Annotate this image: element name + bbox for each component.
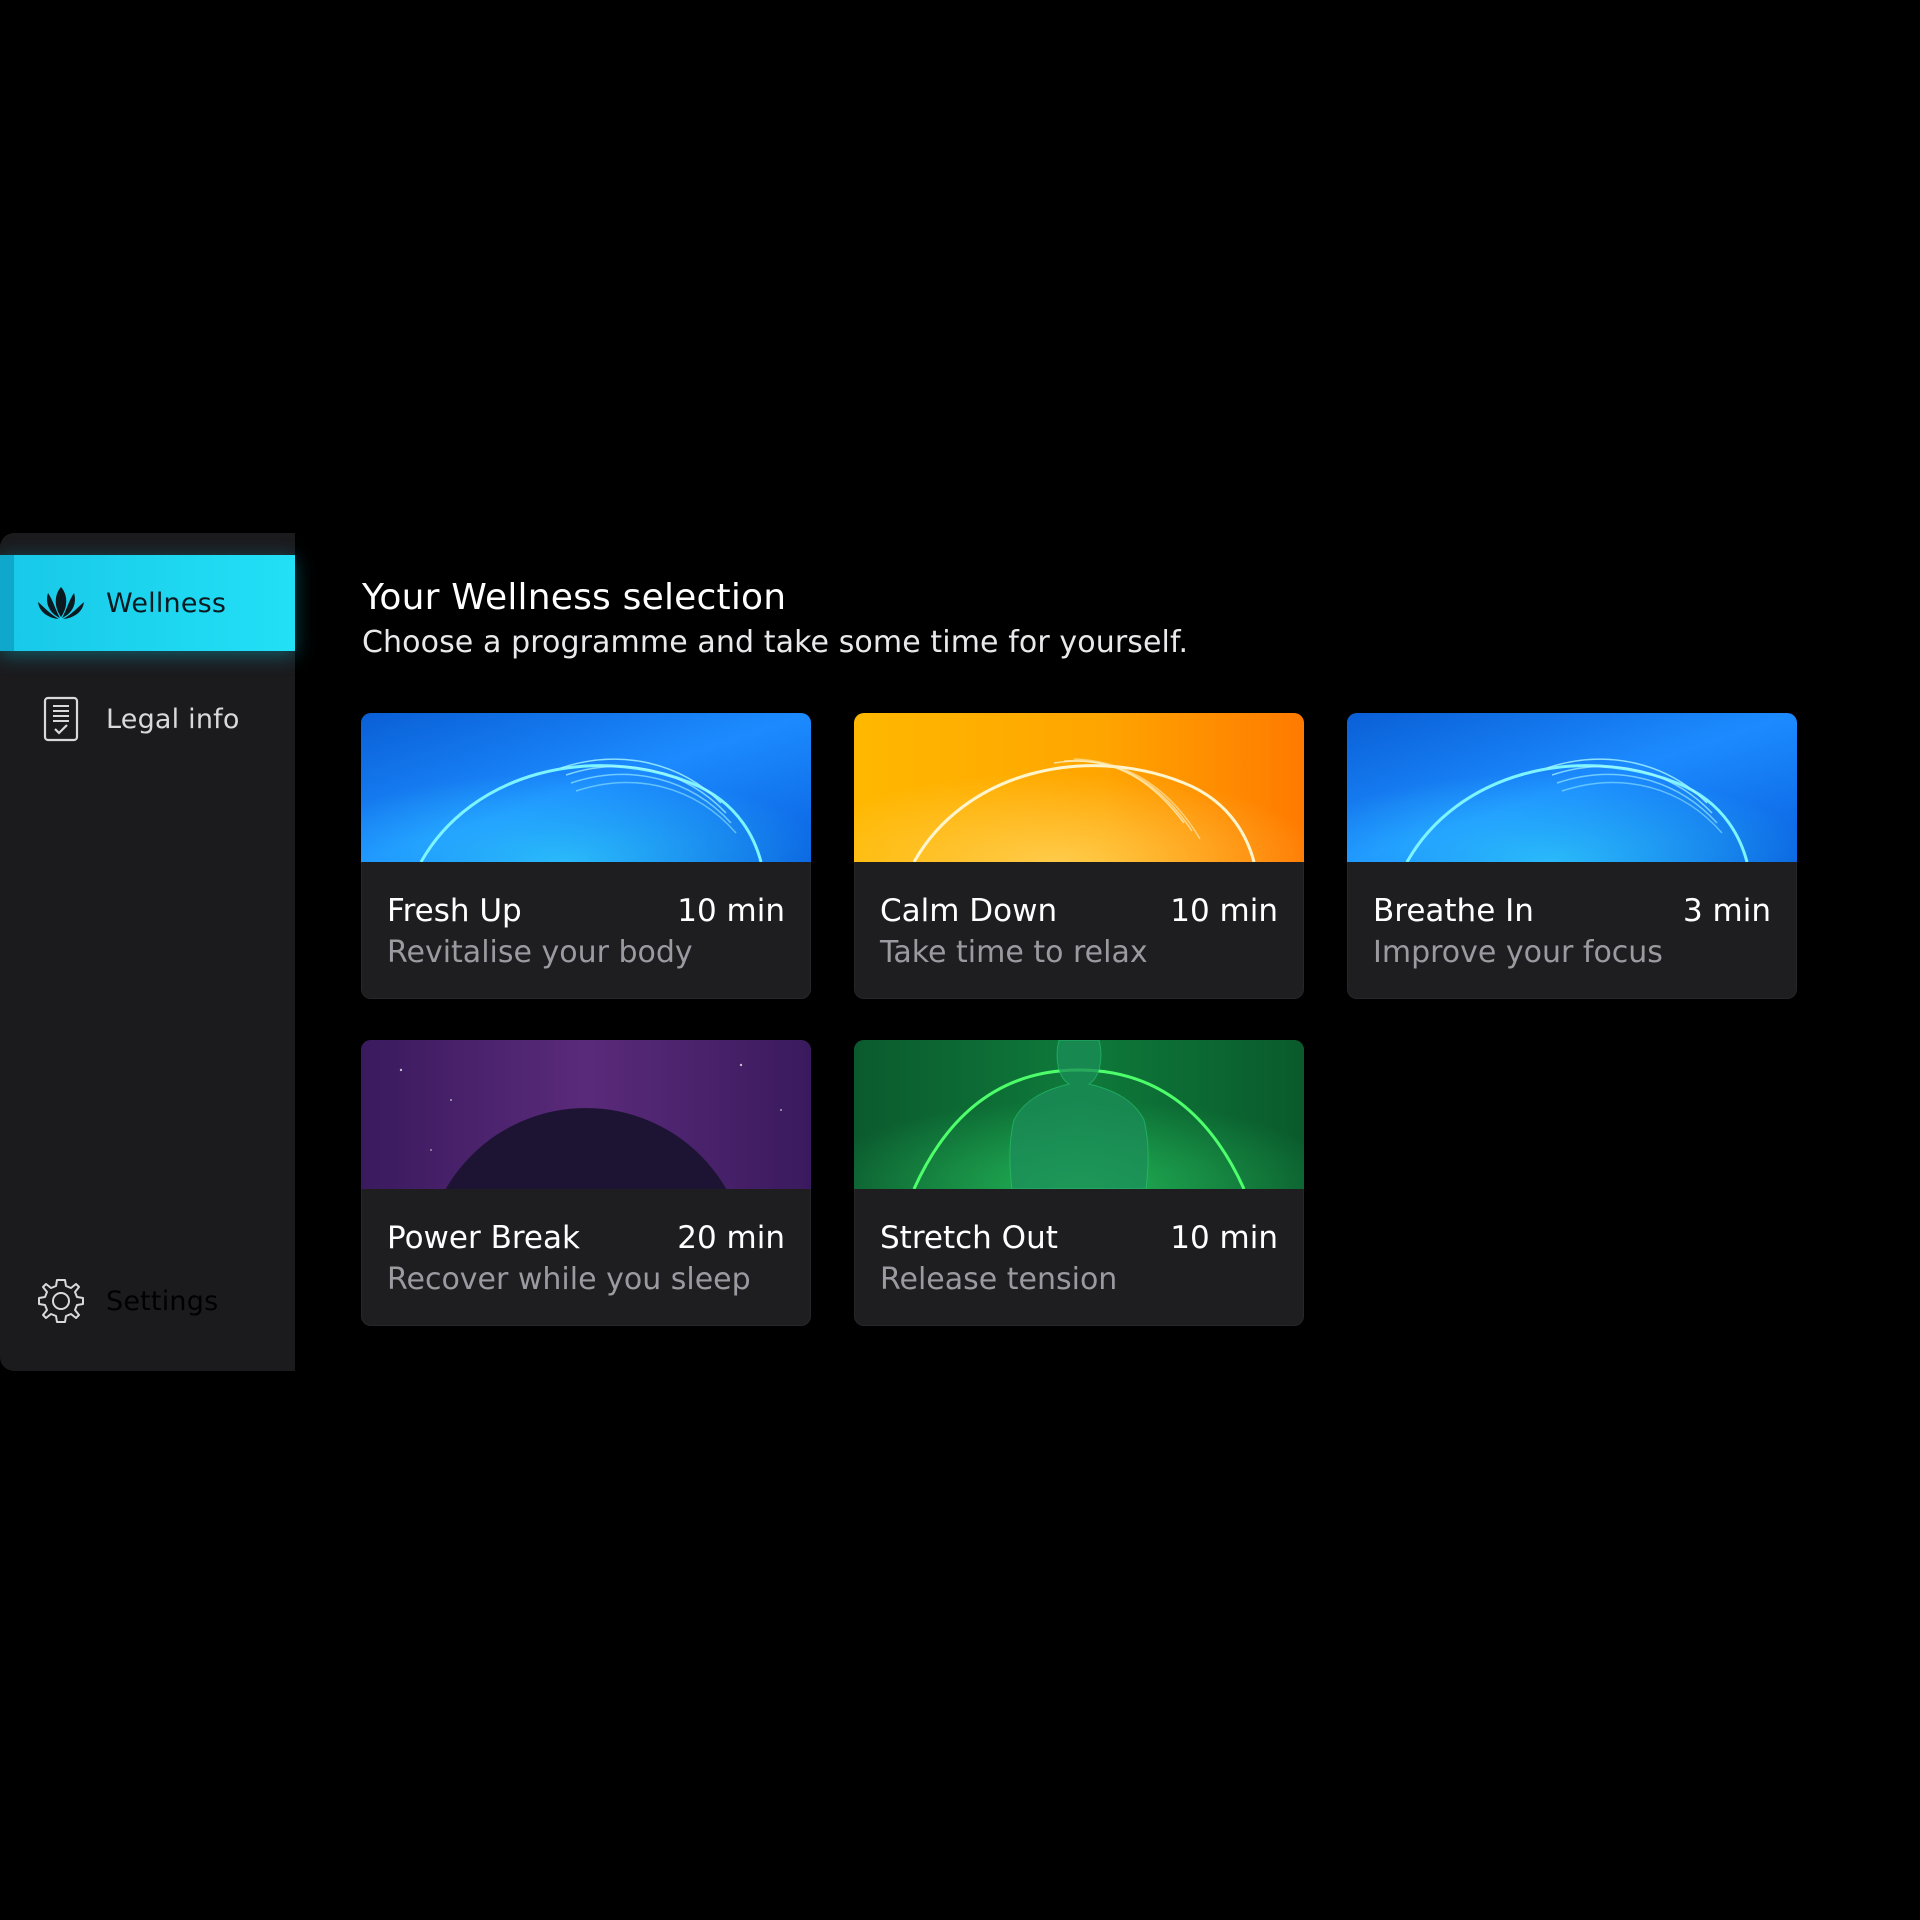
sidebar-item-label: Legal info: [106, 703, 240, 735]
programme-thumbnail: [854, 713, 1304, 862]
programme-duration: 10 min: [677, 893, 785, 929]
programme-description: Improve your focus: [1373, 935, 1663, 970]
programme-thumbnail: [1347, 713, 1797, 862]
programme-title: Power Break: [387, 1220, 580, 1256]
sidebar-item-settings[interactable]: Settings: [0, 1253, 295, 1349]
programme-card-stretch-out[interactable]: Stretch Out 10 min Release tension: [854, 1040, 1304, 1326]
programme-duration: 10 min: [1170, 1220, 1278, 1256]
programme-title: Breathe In: [1373, 893, 1534, 929]
sidebar-item-label: Settings: [106, 1285, 219, 1317]
programme-description: Recover while you sleep: [387, 1262, 751, 1297]
sidebar-item-legal-info[interactable]: Legal info: [0, 671, 295, 767]
programme-description: Revitalise your body: [387, 935, 693, 970]
programme-card-calm-down[interactable]: Calm Down 10 min Take time to relax: [854, 713, 1304, 999]
programme-title: Fresh Up: [387, 893, 522, 929]
page-subtitle: Choose a programme and take some time fo…: [362, 625, 1189, 660]
sidebar-item-label: Wellness: [106, 587, 227, 619]
page-title: Your Wellness selection: [362, 577, 787, 618]
programme-duration: 20 min: [677, 1220, 785, 1256]
programme-description: Take time to relax: [880, 935, 1148, 970]
programme-duration: 10 min: [1170, 893, 1278, 929]
wellness-screen: Wellness Legal info Settings Your Wellne…: [0, 533, 1920, 1371]
lotus-icon: [34, 576, 88, 630]
programme-title: Stretch Out: [880, 1220, 1058, 1256]
programme-thumbnail: [361, 1040, 811, 1189]
programme-thumbnail: [361, 713, 811, 862]
gear-icon: [34, 1274, 88, 1328]
sidebar: Wellness Legal info Settings: [0, 533, 295, 1371]
programme-thumbnail: [854, 1040, 1304, 1189]
programme-card-breathe-in[interactable]: Breathe In 3 min Improve your focus: [1347, 713, 1797, 999]
sidebar-item-wellness[interactable]: Wellness: [0, 555, 295, 651]
programme-card-power-break[interactable]: Power Break 20 min Recover while you sle…: [361, 1040, 811, 1326]
document-check-icon: [34, 692, 88, 746]
programme-title: Calm Down: [880, 893, 1058, 929]
programme-card-fresh-up[interactable]: Fresh Up 10 min Revitalise your body: [361, 713, 811, 999]
programme-duration: 3 min: [1682, 893, 1771, 929]
programme-description: Release tension: [880, 1262, 1118, 1297]
